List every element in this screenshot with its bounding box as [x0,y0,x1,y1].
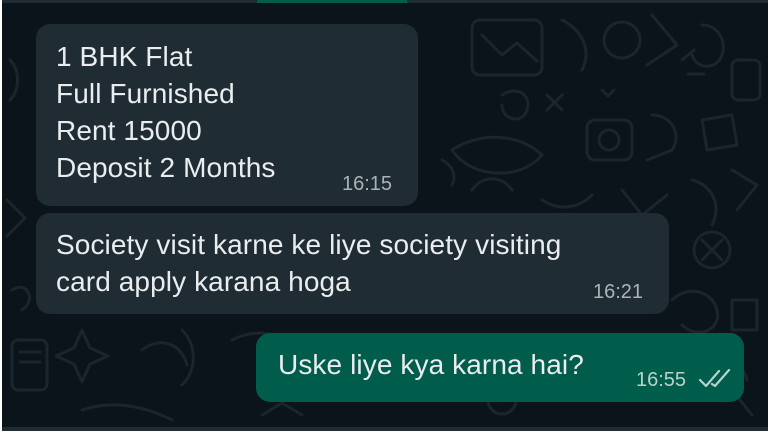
message-line: Society visit karne ke liye society visi… [56,229,562,260]
message-line: Full Furnished [56,78,235,109]
message-line: Uske liye kya karna hai? [278,349,584,380]
message-timestamp: 16:15 [342,173,393,195]
message-bubble-incoming[interactable]: Society visit karne ke liye society visi… [36,213,669,314]
message-line: 1 BHK Flat [56,41,193,72]
message-bubble-incoming[interactable]: 1 BHK Flat Full Furnished Rent 15000 Dep… [36,24,418,206]
chat-window: 1 BHK Flat Full Furnished Rent 15000 Dep… [2,0,768,431]
message-timestamp: 16:55 [636,369,687,391]
message-timestamp: 16:21 [593,281,644,303]
message-line: Rent 15000 [56,115,202,146]
message-line: Deposit 2 Months [56,152,276,183]
message-bubble-outgoing[interactable]: Uske liye kya karna hai? 16:55 [256,333,744,402]
message-line: card apply karana hoga [56,266,351,297]
double-check-icon [698,369,731,388]
bottom-edge [2,427,768,431]
